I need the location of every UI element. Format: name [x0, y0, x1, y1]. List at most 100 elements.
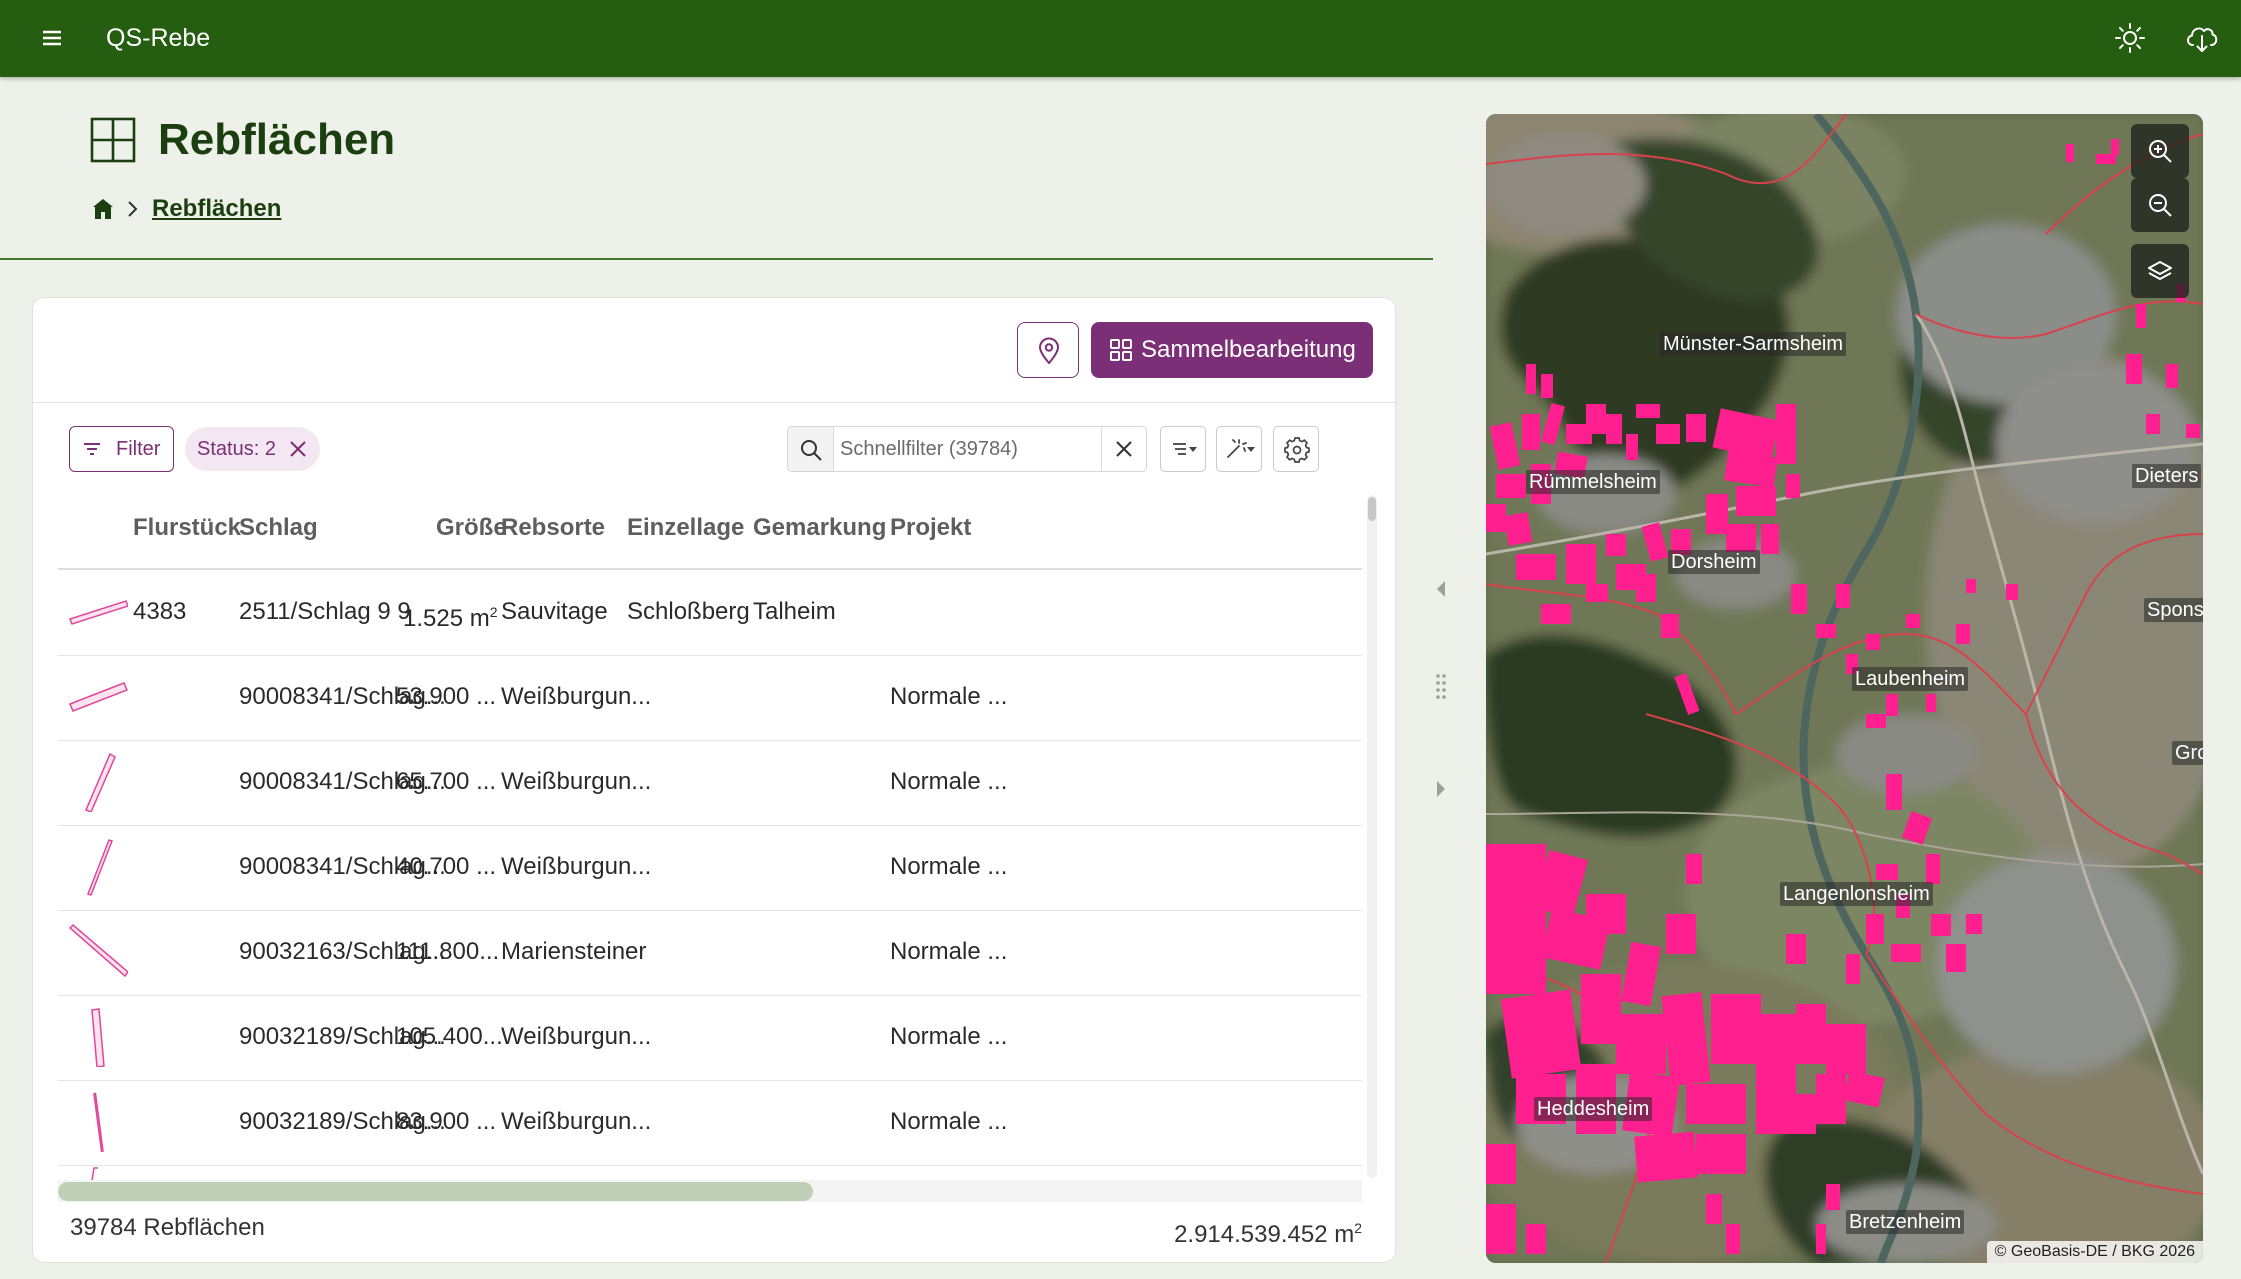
layers-button[interactable] — [2131, 244, 2189, 298]
quick-filter — [787, 426, 1147, 472]
cell-rebsorte: Sauvitage — [501, 598, 608, 625]
place-label: Gro — [2172, 741, 2203, 765]
settings-icon — [1284, 437, 1310, 463]
satellite-map[interactable] — [1486, 114, 2203, 1263]
parcel-shape-thumbnail — [91, 1008, 105, 1067]
cell-groesse: 83.900 ... — [396, 1108, 497, 1135]
scrollbar-thumb[interactable] — [58, 1182, 813, 1201]
column-header-gemarkung[interactable]: Gemarkung — [753, 512, 886, 544]
place-label: Rümmelsheim — [1526, 470, 1660, 494]
cloud-download-icon[interactable] — [2182, 18, 2222, 58]
layers-icon — [2148, 261, 2172, 280]
close-icon — [1116, 441, 1132, 457]
page-title: Rebflächen — [158, 115, 396, 164]
show-location-button[interactable] — [1017, 322, 1079, 378]
app-title: QS-Rebe — [106, 24, 211, 52]
parcel-shape-thumbnail — [85, 752, 116, 812]
status-chip-label: Status: 2 — [197, 438, 276, 460]
cell-projekt: Normale ... — [890, 768, 1008, 795]
table-row[interactable]: 90008341/Schlag... 65.700 ... Weißburgun… — [58, 740, 1362, 826]
place-label: Heddesheim — [1534, 1097, 1653, 1121]
parcel-shape-thumbnail — [69, 682, 128, 712]
chevron-right-icon — [124, 196, 142, 222]
table-row[interactable]: 90032189/Schlag... 83.900 ... Weißburgun… — [58, 1080, 1362, 1166]
column-header-rebsorte[interactable]: Rebsorte — [501, 512, 605, 544]
zoom-out-button[interactable] — [2131, 178, 2189, 232]
table-row[interactable]: 90008341/Schlag... 53.900 ... Weißburgun… — [58, 655, 1362, 741]
drag-handle-icon[interactable] — [1433, 672, 1449, 702]
collapse-right-icon[interactable] — [1434, 778, 1448, 800]
sort-menu-button[interactable] — [1160, 426, 1206, 472]
column-header-schlag[interactable]: Schlag — [239, 512, 318, 544]
column-header-flurstueck[interactable]: Flurstück — [133, 512, 241, 544]
column-header-groesse[interactable]: Größe — [436, 512, 507, 544]
column-header-projekt[interactable]: Projekt — [890, 512, 971, 544]
vertical-scrollbar[interactable] — [1367, 495, 1377, 1178]
cell-einzellage: Schloßberg — [627, 598, 750, 625]
sun-icon[interactable] — [2112, 20, 2148, 56]
breadcrumb-current[interactable]: Rebflächen — [152, 193, 281, 225]
cell-rebsorte: Weißburgun... — [501, 1108, 652, 1135]
grid-icon — [90, 117, 136, 163]
sort-icon — [1173, 443, 1197, 455]
place-label: Dorsheim — [1668, 550, 1760, 574]
clear-search-button[interactable] — [1101, 427, 1146, 471]
cell-gemarkung: Talheim — [753, 598, 836, 625]
table-row[interactable]: 90008341/Schlag... 40.700 ... Weißburgun… — [58, 825, 1362, 911]
data-table: Flurstück Schlag Größe Rebsorte Einzella… — [58, 494, 1362, 1180]
status-filter-chip[interactable]: Status: 2 — [185, 427, 320, 471]
cell-groesse: 1.525 m2 — [403, 604, 498, 632]
cell-projekt: Normale ... — [890, 1023, 1008, 1050]
cell-projekt: Normale ... — [890, 683, 1008, 710]
auto-size-button[interactable] — [1216, 426, 1262, 472]
column-header-einzellage[interactable]: Einzellage — [627, 512, 744, 544]
filter-button[interactable]: Filter — [69, 426, 174, 472]
parcel-shape-thumbnail — [93, 1092, 104, 1152]
table-footer: 39784 Rebflächen 2.914.539.452 m2 — [58, 1202, 1362, 1250]
place-label: Dieters — [2132, 464, 2202, 488]
data-card: Sammelbearbeitung Filter Status: 2 Flurs… — [32, 297, 1396, 1263]
cell-groesse: 40.700 ... — [396, 853, 497, 880]
scrollbar-thumb[interactable] — [1368, 497, 1376, 521]
home-icon[interactable] — [91, 197, 115, 221]
parcel-shape-thumbnail — [87, 839, 113, 896]
map-view[interactable]: Münster-Sarmsheim Rümmelsheim Dieters Do… — [1486, 114, 2203, 1263]
bulk-edit-label: Sammelbearbeitung — [1141, 336, 1356, 363]
map-attribution: © GeoBasis-DE / BKG 2026 — [1986, 1241, 2203, 1263]
place-label: Bretzenheim — [1846, 1210, 1965, 1234]
close-icon[interactable] — [289, 440, 307, 458]
collapse-left-icon[interactable] — [1434, 578, 1448, 600]
search-icon — [788, 427, 834, 471]
place-label: Münster-Sarmsheim — [1660, 332, 1847, 356]
cell-rebsorte: Weißburgun... — [501, 853, 652, 880]
cell-rebsorte: Weißburgun... — [501, 683, 652, 710]
table-row[interactable]: 90032163/Schlag... 111.800... Marienstei… — [58, 910, 1362, 996]
cell-groesse: 65.700 ... — [396, 768, 497, 795]
cell-schlag: 2511/Schlag 9 9 — [239, 598, 411, 625]
cell-flurstueck: 4383 — [133, 598, 187, 625]
bulk-edit-icon — [1110, 339, 1132, 361]
table-row[interactable]: 4383 2511/Schlag 9 9 1.525 m2 Sauvitage … — [58, 570, 1362, 656]
table-row[interactable]: 90032189/Schlag... 105.400... Weißburgun… — [58, 995, 1362, 1081]
app-bar: QS-Rebe — [0, 0, 2241, 77]
cell-rebsorte: Mariensteiner — [501, 938, 647, 965]
parcel-shape-thumbnail — [91, 1167, 98, 1180]
settings-button[interactable] — [1273, 426, 1319, 472]
total-area: 2.914.539.452 m2 — [1174, 1220, 1362, 1248]
search-input[interactable] — [840, 433, 1090, 465]
place-label: Laubenheim — [1852, 667, 1969, 691]
cell-rebsorte: Weißburgun... — [501, 1023, 652, 1050]
cell-projekt: Normale ... — [890, 938, 1008, 965]
place-label: Spons — [2144, 598, 2203, 622]
zoom-in-button[interactable] — [2131, 124, 2189, 178]
horizontal-scrollbar[interactable] — [58, 1180, 1362, 1202]
cell-groesse: 105.400... — [396, 1023, 503, 1050]
magic-wand-icon — [1227, 439, 1255, 458]
cell-groesse: 111.800... — [396, 938, 500, 965]
cell-groesse: 53.900 ... — [396, 683, 497, 710]
bulk-edit-button[interactable]: Sammelbearbeitung — [1091, 322, 1373, 378]
menu-icon[interactable] — [38, 24, 66, 52]
table-header: Flurstück Schlag Größe Rebsorte Einzella… — [58, 494, 1362, 570]
location-pin-icon — [1038, 337, 1060, 365]
cell-projekt: Normale ... — [890, 1108, 1008, 1135]
